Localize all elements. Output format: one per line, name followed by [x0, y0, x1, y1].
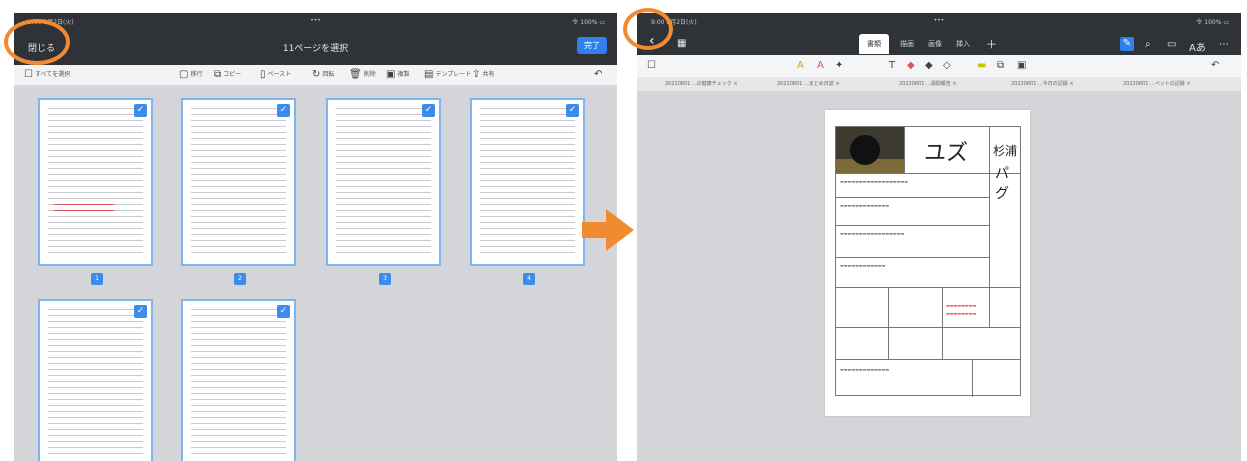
owner-name: 杉浦: [993, 144, 1018, 158]
copy-icon: ⧉: [214, 69, 222, 80]
checkmark-icon: ✓: [134, 104, 147, 117]
pet-breed: パグ: [995, 166, 1009, 202]
add-tab-button[interactable]: ＋: [986, 36, 997, 52]
page-thumbnail-2[interactable]: ✓: [181, 98, 296, 266]
editing-ribbon: ☐ A A ✦ T ◆ ◆ ◇ ▬ ⧉ ▣ ↶: [637, 55, 1241, 78]
checkmark-icon: ✓: [134, 305, 147, 318]
status-right: 令 100% ▭: [572, 19, 605, 26]
text-color-icon[interactable]: A: [817, 60, 824, 71]
document-icon: ▢: [179, 69, 189, 80]
share-button[interactable]: ⇪ 共有: [472, 69, 494, 80]
template-button[interactable]: ▤ テンプレート: [424, 69, 471, 80]
more-icon[interactable]: ⋯: [1219, 39, 1229, 50]
checkmark-icon: ✓: [422, 104, 435, 117]
shape-icon[interactable]: ◇: [943, 60, 951, 71]
delete-button[interactable]: 🗑 削除: [349, 69, 376, 80]
duplicate-button[interactable]: ▣ 複製: [386, 69, 409, 80]
select-all-button[interactable]: ☐ すべてを選択: [24, 69, 70, 80]
rotate-icon: ↻: [312, 69, 321, 80]
bookmark-icon[interactable]: ▭: [1167, 39, 1176, 50]
lasso-icon[interactable]: ☐: [647, 60, 656, 71]
status-center: •••: [933, 17, 945, 24]
rotate-button[interactable]: ↻ 回転: [312, 69, 334, 80]
paste-icon: ▯: [260, 69, 266, 80]
tab-draw[interactable]: 描画: [900, 39, 914, 49]
textbox-icon[interactable]: T: [889, 60, 895, 71]
note-editor-screen: 9:00 8月2日(火) ••• 令 100% ▭ ‹ ▦ 書類 描画 画像 挿…: [637, 13, 1241, 461]
file-tab[interactable]: 20220801 ...週間報告 ×: [899, 80, 957, 87]
tab-image[interactable]: 画像: [928, 39, 942, 49]
page-thumbnail-3[interactable]: ✓: [326, 98, 441, 266]
pet-profile-form: ユズ 杉浦 パグ ▬▬▬▬▬▬▬▬▬▬▬▬▬▬▬▬▬▬ ▬▬▬▬▬▬▬▬▬▬▬▬…: [835, 126, 1021, 397]
back-button-highlight: [623, 8, 673, 50]
file-tab[interactable]: 20220801 ...今日の記録 ×: [1011, 80, 1074, 87]
share-icon: ⇪: [472, 69, 481, 80]
page-thumbnail-1[interactable]: ✓: [38, 98, 153, 266]
done-button[interactable]: 完了: [577, 37, 607, 54]
file-tab[interactable]: 20220801 ...ペットの記録 ×: [1123, 80, 1191, 87]
text-size-icon[interactable]: Aあ: [1189, 39, 1206, 54]
page-number: 3: [379, 273, 391, 285]
ink-drop-icon[interactable]: ◆: [925, 60, 933, 71]
trash-icon: 🗑: [349, 69, 362, 80]
arrow-right-icon: [582, 209, 634, 251]
top-tabs-bar: ‹ ▦ 書類 描画 画像 挿入 ＋ ✎ ⌕ ▭ Aあ ⋯: [637, 27, 1241, 55]
grid-icon[interactable]: ▦: [677, 38, 686, 49]
eraser-icon[interactable]: ◆: [907, 60, 915, 71]
undo-button[interactable]: ↶: [594, 69, 604, 80]
pet-name: ユズ: [924, 141, 969, 166]
pin-icon[interactable]: ✦: [835, 60, 843, 71]
nav-bar: 閉じる 11ページを選択 完了: [14, 27, 617, 65]
page-title: 11ページを選択: [282, 44, 349, 54]
highlighter-icon[interactable]: A: [797, 60, 804, 71]
dog-photo: [836, 127, 904, 173]
selection-toolbar: ☐ すべてを選択 ▢ 移行 ⧉ コピー ▯ ペースト ↻ 回転 🗑 削除 ▣ 複製 ▤ テンプレ…: [14, 65, 617, 86]
close-button-highlight: [4, 19, 70, 65]
page-thumbnail-6[interactable]: ✓: [181, 299, 296, 461]
checkmark-icon: ✓: [277, 305, 290, 318]
tab-insert[interactable]: 挿入: [956, 39, 970, 49]
thumbnail-grid: ✓ ✓ ✓ ✓ 1 2 3 4 ✓ ✓: [14, 86, 617, 461]
duplicate-icon: ▣: [386, 69, 396, 80]
select-all-icon: ☐: [24, 69, 33, 80]
image-icon[interactable]: ⧉: [997, 60, 1004, 71]
file-tab[interactable]: 20220801 ...の健康チェック ×: [665, 80, 738, 87]
file-tabs: 20220801 ...の健康チェック × 20220801 ...まとめ日誌 …: [637, 77, 1241, 92]
document-canvas: ユズ 杉浦 パグ ▬▬▬▬▬▬▬▬▬▬▬▬▬▬▬▬▬▬ ▬▬▬▬▬▬▬▬▬▬▬▬…: [637, 91, 1241, 461]
copy-button[interactable]: ⧉ コピー: [214, 69, 241, 80]
status-bar: 9:00 8月2日(火) ••• 令 100% ▭: [14, 13, 617, 27]
checkmark-icon: ✓: [277, 104, 290, 117]
page-number: 4: [523, 273, 535, 285]
file-tab[interactable]: 20220801 ...まとめ日誌 ×: [777, 80, 840, 87]
page-thumbnail-4[interactable]: ✓: [470, 98, 585, 266]
page-selection-screen: 9:00 8月2日(火) ••• 令 100% ▭ 閉じる 11ページを選択 完…: [14, 13, 617, 461]
document-page[interactable]: ユズ 杉浦 パグ ▬▬▬▬▬▬▬▬▬▬▬▬▬▬▬▬▬▬ ▬▬▬▬▬▬▬▬▬▬▬▬…: [825, 110, 1030, 416]
status-center: •••: [310, 17, 321, 24]
move-button[interactable]: ▢ 移行: [179, 69, 202, 80]
template-icon: ▤: [424, 69, 434, 80]
page-thumbnail-5[interactable]: ✓: [38, 299, 153, 461]
tab-document[interactable]: 書類: [859, 34, 889, 54]
page-number: 2: [234, 273, 246, 285]
undo-icon[interactable]: ↶: [1211, 60, 1219, 71]
search-icon[interactable]: ⌕: [1145, 39, 1151, 50]
page-number: 1: [91, 273, 103, 285]
pen-mode-icon[interactable]: ✎: [1120, 37, 1134, 51]
status-right: 令 100% ▭: [1196, 19, 1229, 26]
status-bar: 9:00 8月2日(火) ••• 令 100% ▭: [637, 13, 1241, 27]
paste-button[interactable]: ▯ ペースト: [260, 69, 291, 80]
camera-icon[interactable]: ▣: [1017, 60, 1026, 71]
checkmark-icon: ✓: [566, 104, 579, 117]
sticky-note-icon[interactable]: ▬: [977, 60, 986, 71]
undo-icon: ↶: [594, 69, 603, 80]
